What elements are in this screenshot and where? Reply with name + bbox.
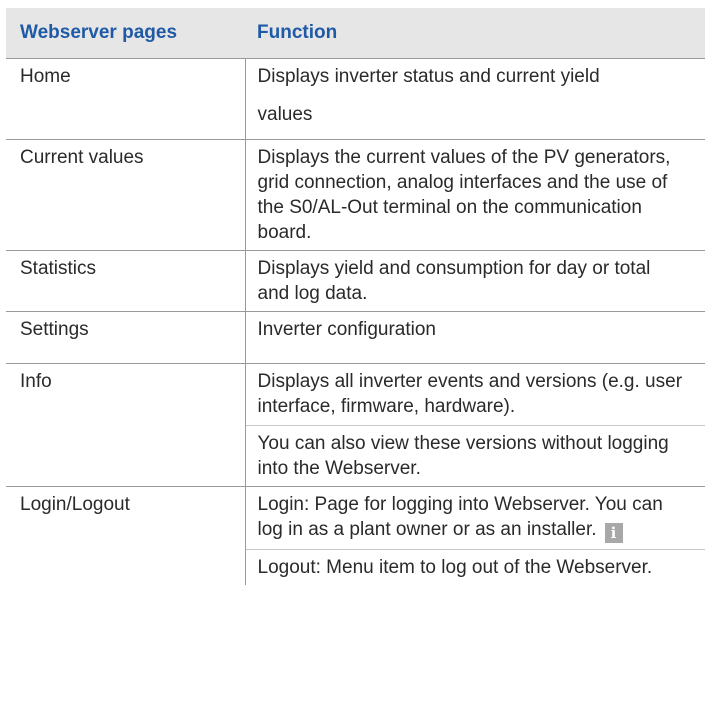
function-home: Displays inverter status and current yie… xyxy=(244,58,705,140)
table-row: Home Displays inverter status and curren… xyxy=(6,58,705,140)
function-text: Displays inverter status and current yie… xyxy=(258,64,694,134)
page-name-login-logout: Login/Logout xyxy=(6,486,245,585)
function-statistics: Displays yield and consumption for day o… xyxy=(244,250,705,312)
table-row: Current values Displays the current valu… xyxy=(6,139,705,251)
page-name-info: Info xyxy=(6,363,245,487)
function-paragraph: Login: Page for logging into Webserver. … xyxy=(258,492,683,543)
function-paragraph: Displays the current values of the PV ge… xyxy=(257,147,671,243)
function-paragraph: You can also view these versions without… xyxy=(245,425,705,481)
function-login-logout: Login: Page for logging into Webserver. … xyxy=(244,486,705,585)
function-paragraph: Displays inverter status and current yie… xyxy=(257,66,600,125)
function-paragraph: Displays yield and consumption for day o… xyxy=(257,258,651,304)
function-settings: Inverter configuration xyxy=(244,311,705,364)
function-current-values: Displays the current values of the PV ge… xyxy=(244,139,705,251)
function-paragraph: Displays all inverter events and version… xyxy=(257,371,683,417)
table-row: Settings Inverter configuration xyxy=(6,311,705,364)
page-name-current-values: Current values xyxy=(6,139,245,251)
function-paragraph: Inverter configuration xyxy=(257,319,437,340)
info-icon[interactable]: i xyxy=(604,523,623,543)
function-paragraph-text: Logout: Menu item to log out of the Webs… xyxy=(257,557,653,578)
function-info: Displays all inverter events and version… xyxy=(244,363,705,487)
table-row: Statistics Displays yield and consumptio… xyxy=(6,250,705,312)
page-name-settings: Settings xyxy=(6,311,245,364)
header-webserver-pages: Webserver pages xyxy=(6,8,245,59)
function-paragraph-text: You can also view these versions without… xyxy=(257,433,669,479)
table-row: Info Displays all inverter events and ve… xyxy=(6,363,705,487)
table-row: Login/Logout Login: Page for logging int… xyxy=(6,486,705,585)
webserver-pages-table: Webserver pages Function Home Displays i… xyxy=(6,8,705,585)
page-name-statistics: Statistics xyxy=(6,250,245,312)
header-function: Function xyxy=(245,8,705,59)
table-header-row: Webserver pages Function xyxy=(6,8,705,59)
function-paragraph-text: Login: Page for logging into Webserver. … xyxy=(257,494,663,540)
function-paragraph: Logout: Menu item to log out of the Webs… xyxy=(245,549,705,580)
page-name-home: Home xyxy=(6,58,245,140)
